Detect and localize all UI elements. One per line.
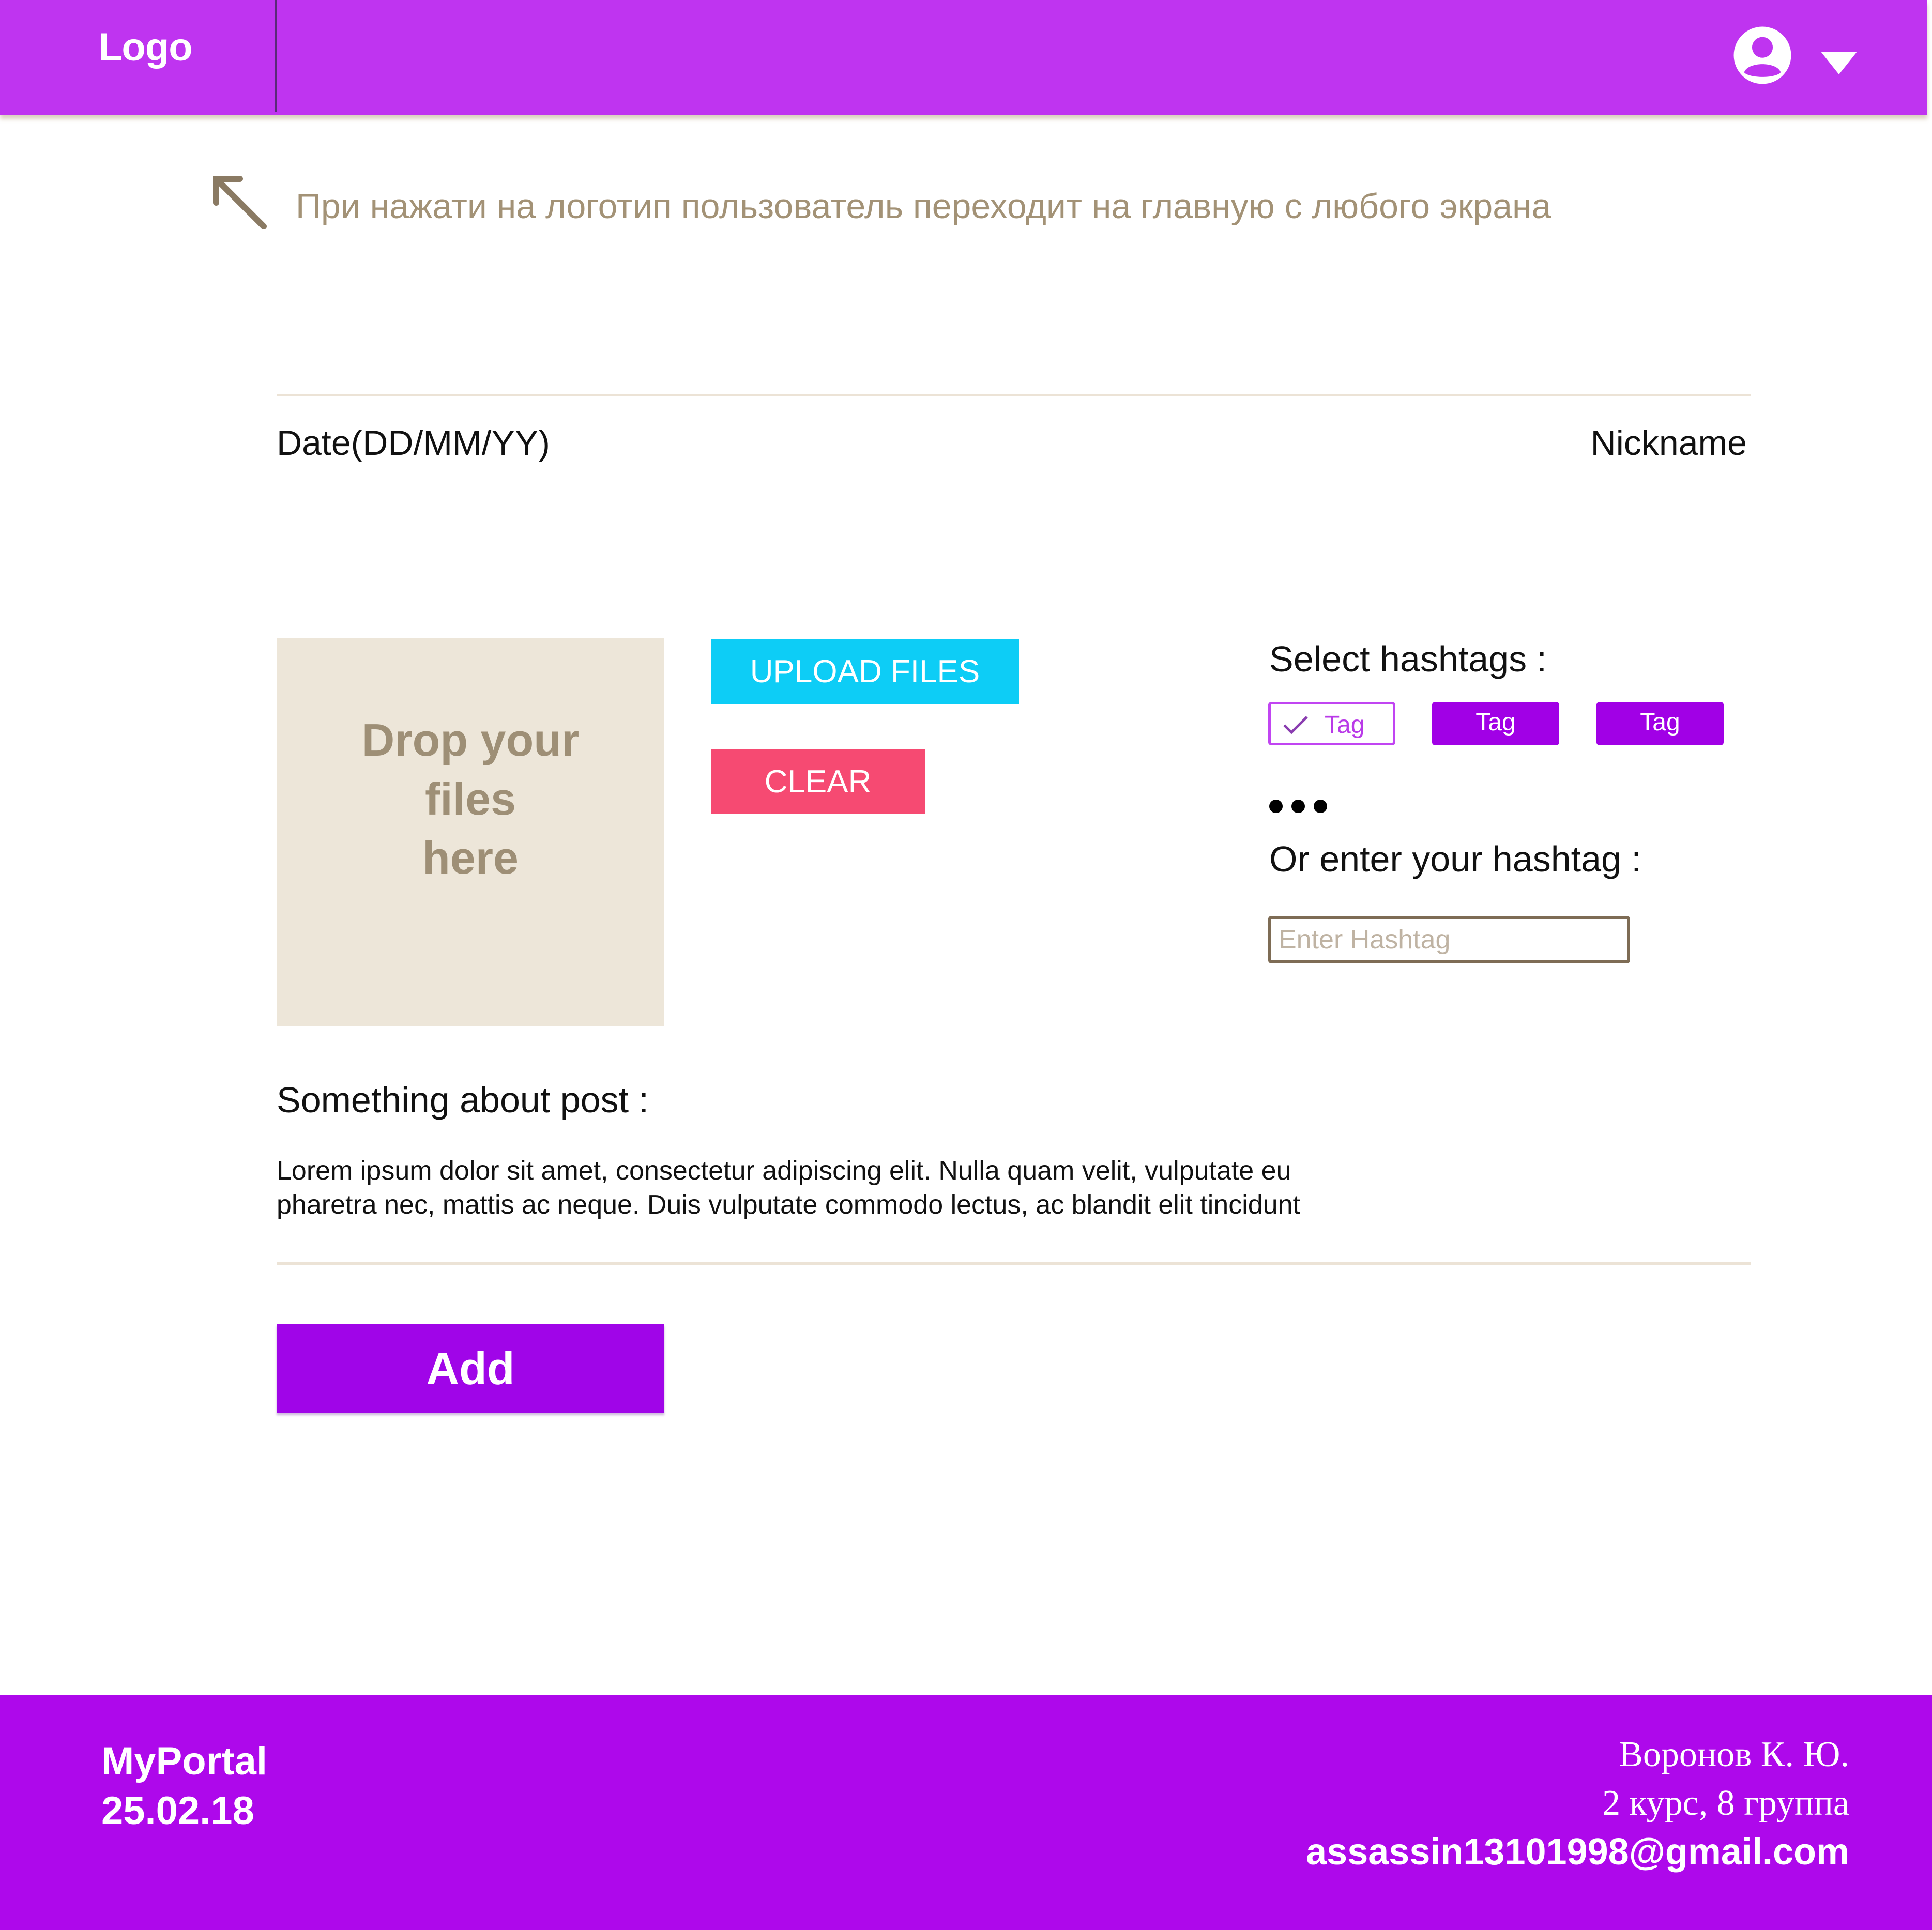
hashtag-input[interactable] <box>1268 916 1630 963</box>
about-post-label: Something about post : <box>277 1080 649 1120</box>
footer-brand: MyPortal <box>101 1739 267 1783</box>
footer-brand-block: MyPortal 25.02.18 <box>101 1737 267 1836</box>
hashtag-chip-selected[interactable]: Tag <box>1268 702 1395 745</box>
post-date: Date(DD/MM/YY) <box>277 423 550 463</box>
hashtag-chip[interactable]: Tag <box>1432 702 1559 745</box>
footer-bar: MyPortal 25.02.18 Воронов К. Ю. 2 курс, … <box>0 1695 1932 1930</box>
dropzone-label: Drop your files here <box>361 714 580 883</box>
clear-button[interactable]: CLEAR <box>711 749 925 814</box>
footer-email[interactable]: assassin13101998@gmail.com <box>1306 1828 1849 1876</box>
header-divider <box>275 0 277 112</box>
caret-down-icon[interactable] <box>1821 52 1857 74</box>
footer-contact-block: Воронов К. Ю. 2 курс, 8 группа assassin1… <box>1306 1730 1849 1876</box>
file-dropzone[interactable]: Drop your files here <box>277 638 664 1026</box>
footer-date: 25.02.18 <box>101 1789 254 1833</box>
footer-course: 2 курс, 8 группа <box>1602 1783 1849 1823</box>
hashtag-chip[interactable]: Tag <box>1596 702 1724 745</box>
select-hashtags-label: Select hashtags : <box>1269 639 1547 679</box>
add-button[interactable]: Add <box>277 1324 664 1413</box>
more-horizontal-icon[interactable] <box>1268 791 1333 822</box>
enter-hashtag-label: Or enter your hashtag : <box>1269 839 1641 879</box>
divider-top <box>277 394 1751 396</box>
footer-author: Воронов К. Ю. <box>1619 1735 1849 1774</box>
post-nickname: Nickname <box>1590 423 1747 463</box>
checkmark-icon <box>1283 716 1308 734</box>
arrow-up-left-icon <box>213 176 267 229</box>
upload-files-button[interactable]: UPLOAD FILES <box>711 639 1019 704</box>
logo[interactable]: Logo <box>98 25 193 70</box>
account-circle-icon[interactable] <box>1732 25 1793 86</box>
divider-bottom <box>277 1262 1751 1265</box>
annotation-note: При нажати на логотип пользователь перех… <box>296 187 1551 226</box>
header-bar: Logo <box>0 0 1927 115</box>
about-post-text: Lorem ipsum dolor sit amet, consectetur … <box>277 1156 1300 1220</box>
